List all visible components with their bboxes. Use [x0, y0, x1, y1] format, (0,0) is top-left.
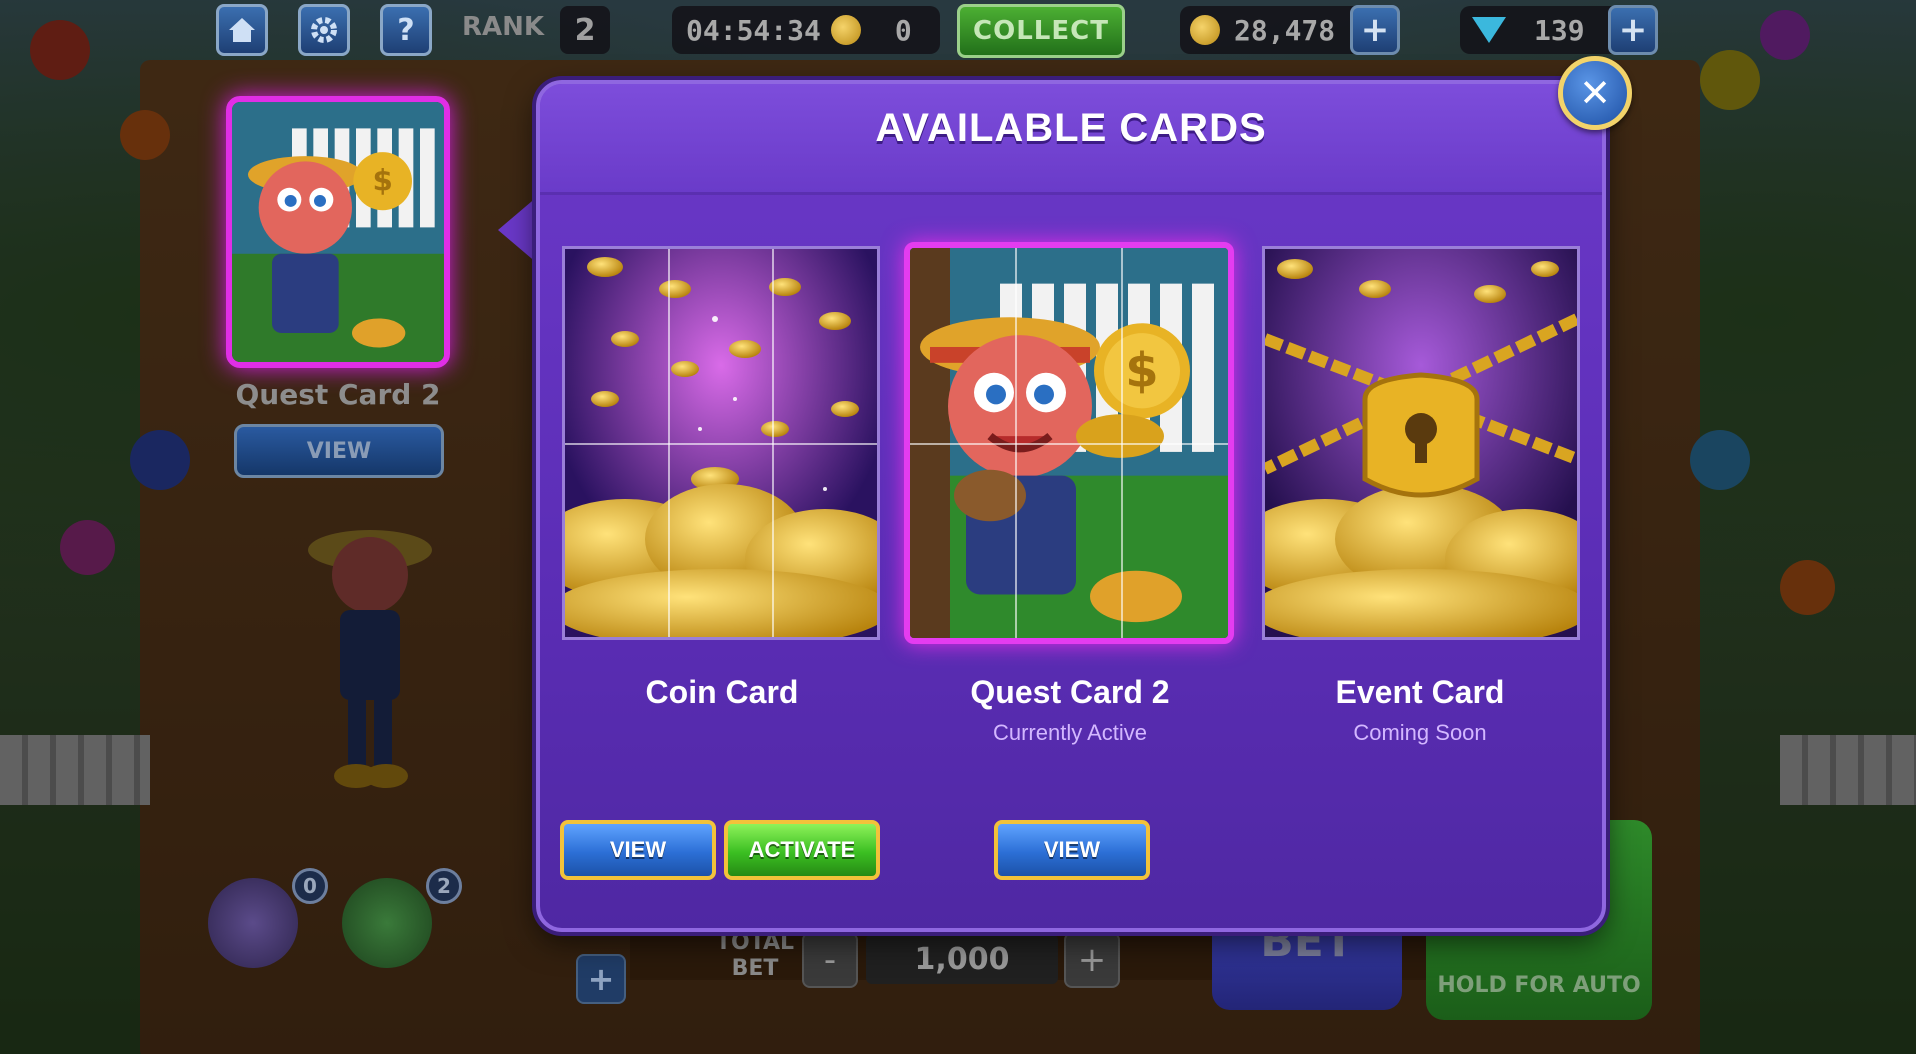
settings-button[interactable]	[298, 4, 350, 56]
coin-card-name: Coin Card	[645, 674, 799, 710]
modal-title: AVAILABLE CARDS	[875, 106, 1267, 150]
coin-card-view-button[interactable]: VIEW	[560, 820, 716, 880]
quest-card-view-button[interactable]: VIEW	[994, 820, 1150, 880]
buy-coins-button[interactable]: +	[1350, 5, 1400, 55]
coin-balance: 28,478	[1234, 13, 1336, 47]
collect-button[interactable]: COLLECT	[957, 4, 1125, 58]
close-icon: ✕	[1579, 71, 1611, 115]
add-token-button[interactable]: +	[576, 954, 626, 1004]
event-card-name: Event Card	[1335, 674, 1505, 710]
total-bet-label: TOTAL BET	[716, 930, 795, 981]
rank-value: 2	[560, 6, 610, 54]
rank-label: RANK	[462, 12, 545, 42]
coin-icon	[830, 15, 861, 45]
token-count-badge: 0	[292, 868, 328, 904]
quest-card-art: $	[232, 102, 444, 362]
timer-pill: 04:54:34 0	[672, 6, 940, 54]
card-grid-overlay	[910, 248, 1228, 638]
modal-pointer	[498, 196, 538, 264]
close-button[interactable]: ✕	[1558, 56, 1632, 130]
active-card-thumbnail[interactable]: $	[226, 96, 450, 368]
gear-icon	[311, 17, 337, 43]
coin-card[interactable]	[562, 246, 880, 640]
side-view-button[interactable]: VIEW	[234, 424, 444, 478]
gem-balance: 139	[1534, 13, 1585, 47]
bet-decrease-button[interactable]: -	[802, 932, 858, 988]
diamond-icon	[1472, 17, 1506, 43]
coin-icon	[1190, 15, 1220, 45]
active-card-title: Quest Card 2	[235, 378, 441, 411]
quest-card-status: Currently Active	[992, 720, 1148, 745]
event-card[interactable]	[1262, 246, 1580, 640]
bet-value: 1,000	[866, 934, 1058, 984]
bet-increase-button[interactable]: +	[1064, 932, 1120, 988]
coin-card-activate-button[interactable]: ACTIVATE	[724, 820, 880, 880]
home-icon	[229, 18, 255, 42]
clover-token[interactable]	[342, 878, 432, 968]
event-card-status: Coming Soon	[1353, 720, 1487, 745]
butterfly-token[interactable]	[208, 878, 298, 968]
timer-text: 04:54:34	[686, 13, 821, 47]
timer-coins: 0	[894, 13, 912, 47]
card-grid-overlay	[565, 249, 877, 637]
quest-card-2[interactable]: $	[904, 242, 1234, 644]
available-cards-modal: AVAILABLE CARDS Coin Card Quest Card 2 C…	[536, 80, 1606, 932]
quest-card-name: Quest Card 2	[970, 674, 1170, 710]
modal-header: AVAILABLE CARDS	[540, 84, 1602, 195]
help-button[interactable]: ?	[380, 4, 432, 56]
event-card-art	[1265, 249, 1577, 637]
home-button[interactable]	[216, 4, 268, 56]
top-bar: ? RANK 2 04:54:34 0 COLLECT 28,478 + 139…	[0, 0, 1916, 62]
buy-gems-button[interactable]: +	[1608, 5, 1658, 55]
token-count-badge: 2	[426, 868, 462, 904]
svg-text:$: $	[372, 164, 392, 198]
question-icon: ?	[397, 12, 415, 48]
